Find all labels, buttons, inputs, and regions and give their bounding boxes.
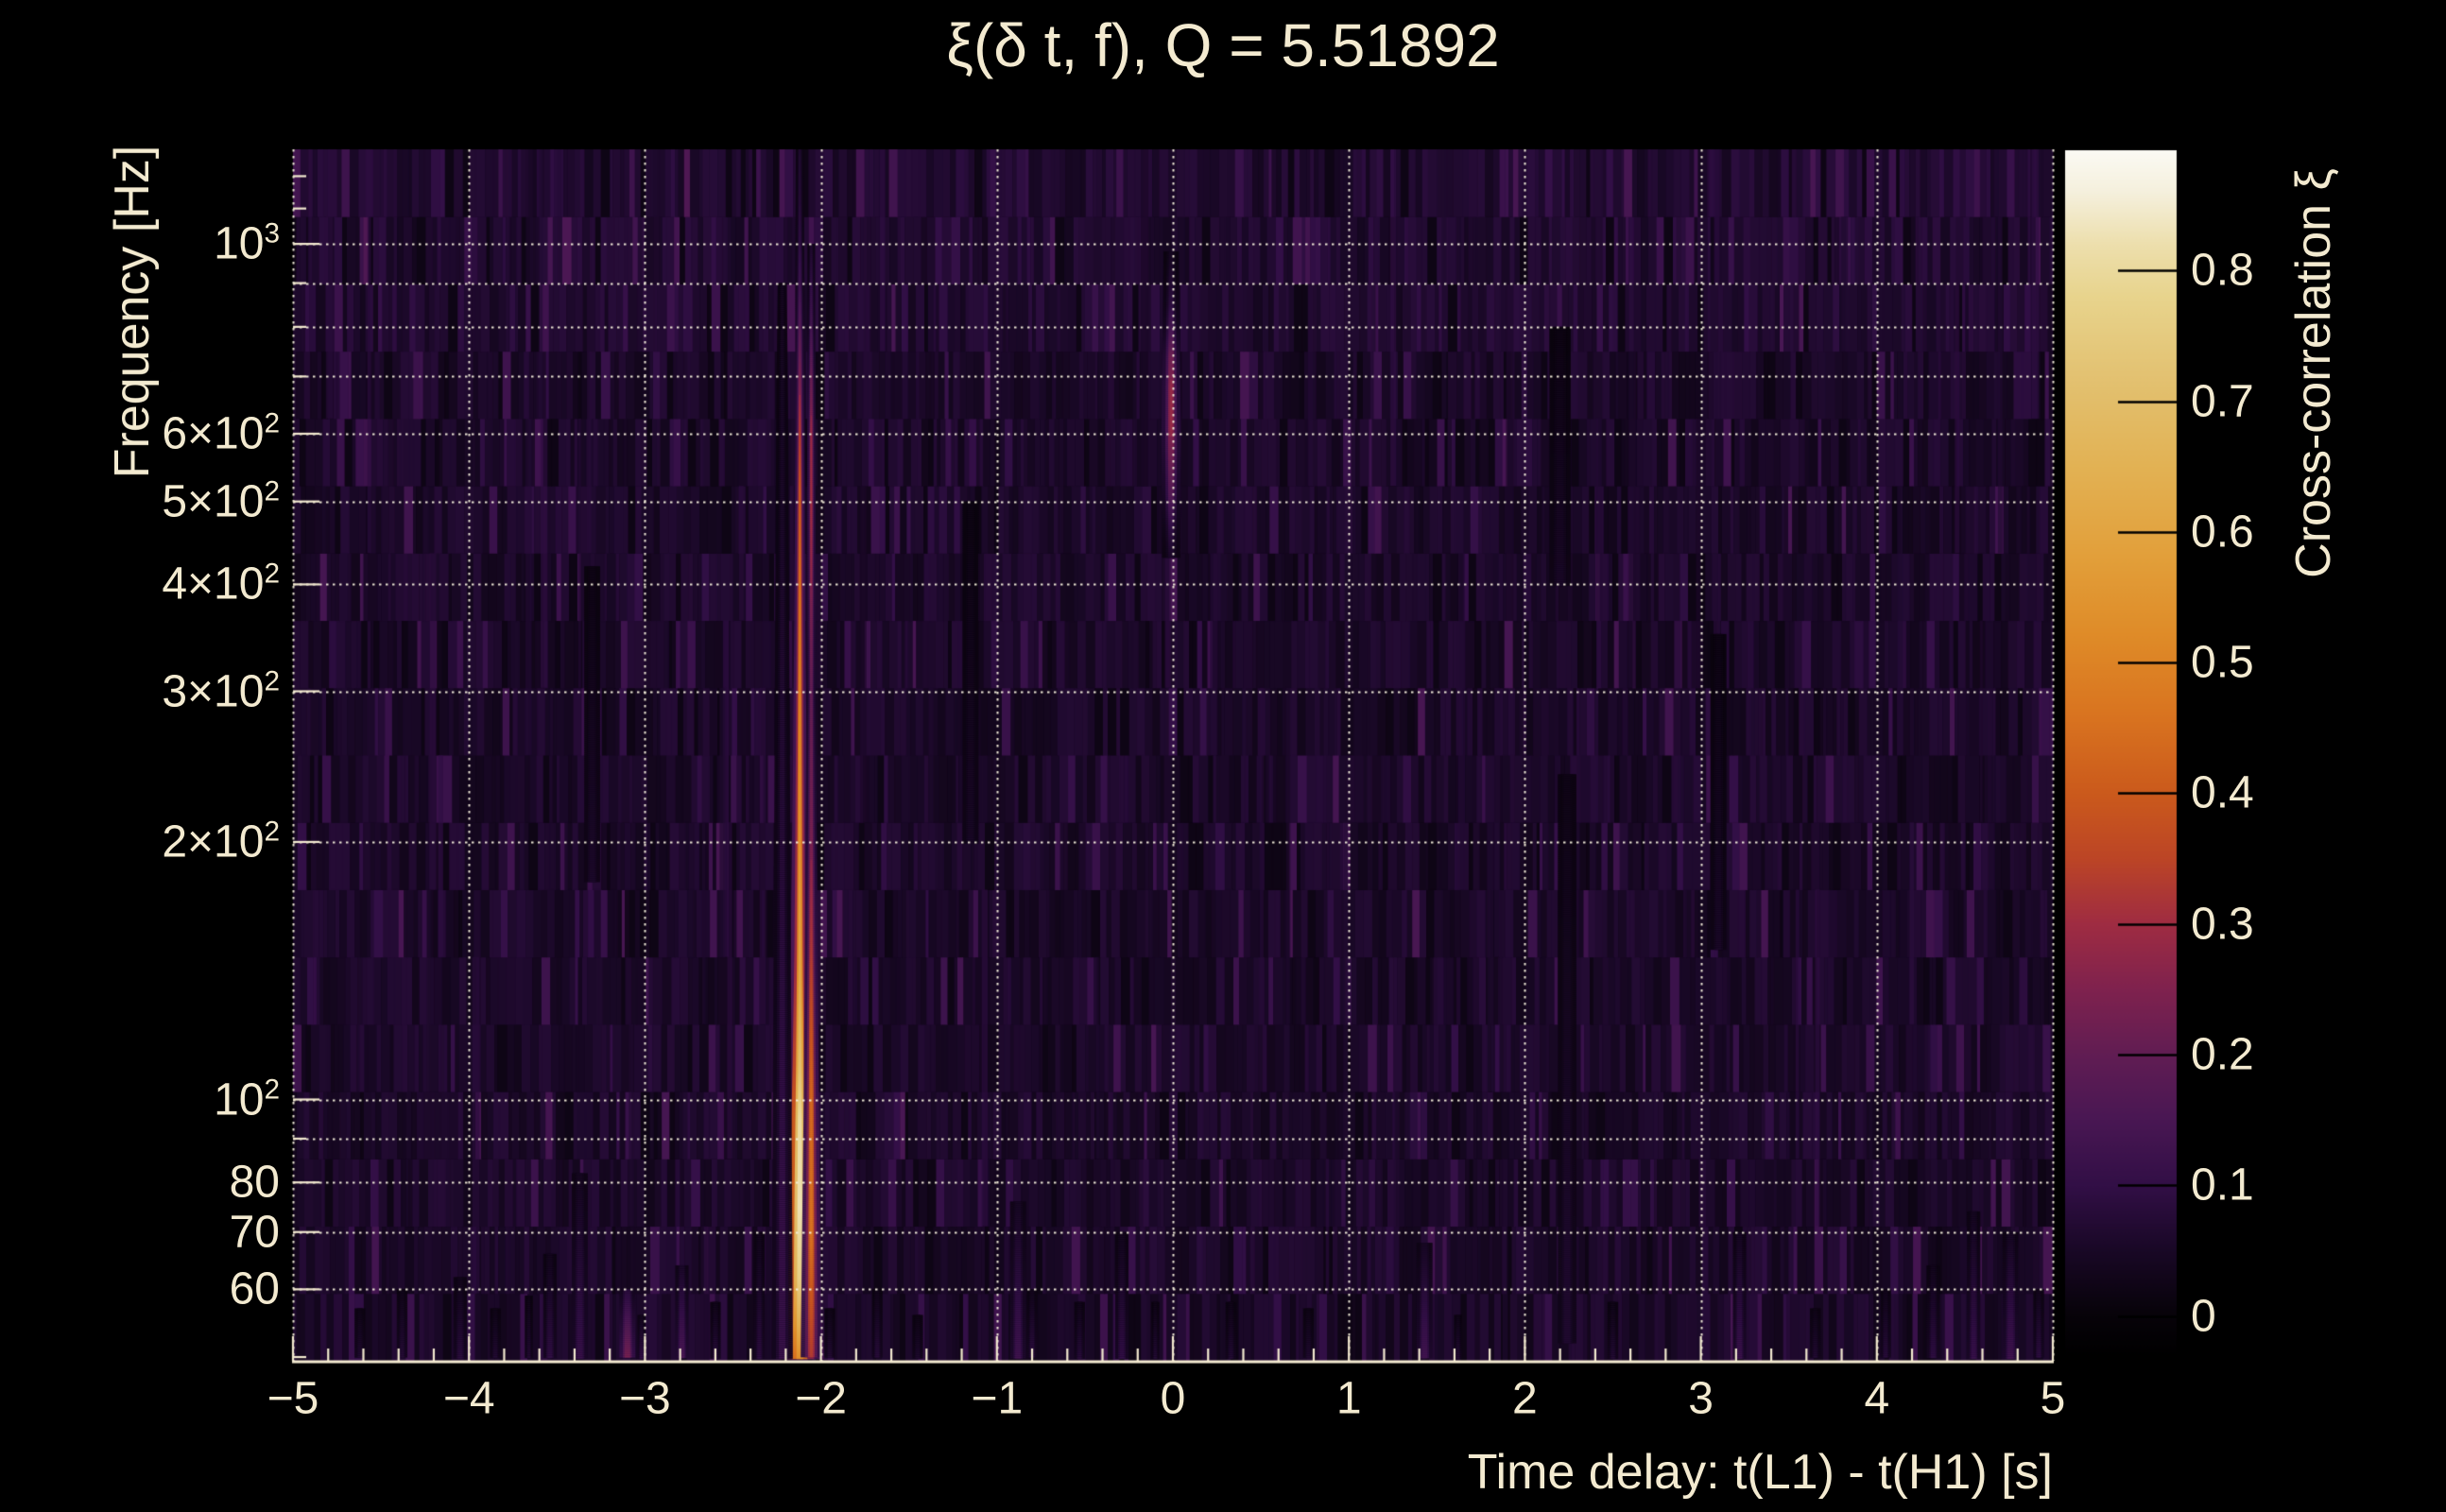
x-tick-label: −1 [971,1373,1024,1424]
colorbar-tick-label: 0.4 [2191,767,2254,818]
x-tick-label: 0 [1160,1373,1186,1424]
colorbar-tick-label: 0.1 [2191,1160,2254,1211]
y-tick-label: 2×102 [162,816,280,868]
y-tick-label: 102 [214,1074,280,1125]
chart-title: ξ(δ t, f), Q = 5.51892 [946,11,1500,79]
colorbar-tick-label: 0.2 [2191,1029,2254,1080]
y-tick-label: 5×102 [162,475,280,527]
colorbar-tick-label: 0.8 [2191,245,2254,296]
y-tick-label: 4×102 [162,558,280,610]
x-tick-label: −4 [442,1373,495,1424]
x-tick-label: 3 [1688,1373,1714,1424]
y-tick-label: 3×102 [162,665,280,717]
figure-page: { "title": "ξ(δ t, f), Q = 5.51892", "x_… [0,0,2446,1512]
y-tick-label: 80 [229,1157,280,1208]
colorbar-tick-label: 0.5 [2191,637,2254,688]
colorbar-tick-label: 0 [2191,1291,2216,1342]
x-tick-label: 1 [1335,1373,1362,1424]
x-tick-label: −2 [795,1373,847,1424]
x-tick-label: 4 [1864,1373,1890,1424]
y-tick-label: 60 [229,1263,280,1314]
colorbar-tick-label: 0.6 [2191,507,2254,558]
y-tick-label: 103 [214,217,280,269]
y-tick-label: 70 [229,1207,280,1258]
x-tick-label: −3 [619,1373,671,1424]
x-tick-label: 5 [2040,1373,2066,1424]
colorbar-title: Cross-correlation ξ [2286,168,2341,578]
y-tick-label: 6×102 [162,407,280,459]
x-tick-label: 2 [1512,1373,1538,1424]
colorbar-tick-label: 0.7 [2191,376,2254,427]
colorbar-tick-label: 0.3 [2191,899,2254,950]
x-tick-label: −5 [267,1373,319,1424]
x-axis-title: Time delay: t(L1) - t(H1) [s] [1467,1445,2053,1500]
heatmap-canvas [0,0,2446,1512]
